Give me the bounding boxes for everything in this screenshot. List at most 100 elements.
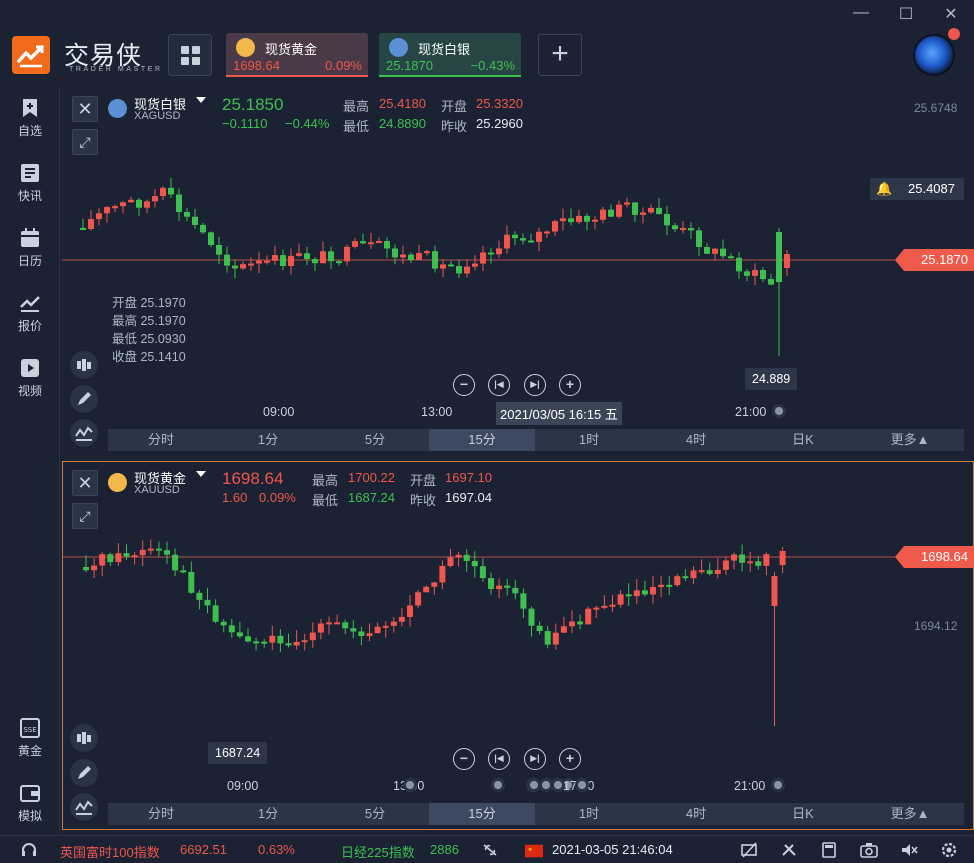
- zoom-out-button[interactable]: −: [453, 748, 475, 770]
- current-price: 25.1850: [222, 95, 284, 114]
- sidebar-item-gold[interactable]: SSE 黄金: [0, 718, 60, 768]
- candle-mark: [616, 200, 622, 219]
- sidebar-item-calendar[interactable]: 日历: [0, 228, 60, 278]
- candle-mark: [107, 552, 114, 566]
- timeframe-tab[interactable]: 5分: [322, 803, 428, 825]
- session-marker-icon[interactable]: [491, 778, 505, 792]
- last-price-tag: 1698.64: [895, 546, 974, 568]
- high-value: 1700.22: [348, 470, 395, 485]
- candle-mark: [342, 619, 349, 635]
- timeframe-tab[interactable]: 更多▲: [857, 429, 963, 451]
- maximize-icon[interactable]: ☐: [897, 4, 915, 24]
- indicator-button[interactable]: [70, 793, 98, 821]
- timeframe-tab[interactable]: 1分: [215, 429, 321, 451]
- timeframe-tab[interactable]: 1时: [536, 803, 642, 825]
- candle-mark: [212, 599, 219, 624]
- candle-mark: [392, 244, 398, 265]
- candle-mark: [528, 606, 535, 637]
- camera-icon[interactable]: [860, 842, 878, 858]
- candle-mark: [536, 227, 542, 252]
- close-window-icon[interactable]: ✕: [942, 4, 960, 24]
- jump-start-button[interactable]: |◀: [488, 748, 510, 770]
- candle-mark: [228, 618, 235, 638]
- sidebar: 自选 快讯 日历 报价 视频 SSE 黄金 模拟: [0, 88, 60, 833]
- candle-mark: [722, 556, 729, 575]
- zoom-out-button[interactable]: −: [453, 374, 475, 396]
- avatar[interactable]: [913, 34, 955, 76]
- settings-gear-icon[interactable]: [940, 842, 958, 858]
- chevron-down-icon[interactable]: [196, 471, 206, 477]
- sidebar-item-simulate[interactable]: 模拟: [0, 783, 60, 833]
- timeframe-tab[interactable]: 日K: [750, 803, 856, 825]
- sidebar-item-quotes[interactable]: 报价: [0, 293, 60, 343]
- sidebar-item-watchlist[interactable]: 自选: [0, 98, 60, 148]
- timeframe-tab[interactable]: 4时: [643, 429, 749, 451]
- link-icon[interactable]: [481, 842, 499, 858]
- session-marker-icon[interactable]: [772, 404, 786, 418]
- jump-start-button[interactable]: |◀: [488, 374, 510, 396]
- title-bar: 交易侠 TRADER MASTER 现货黄金 1698.64 0.09% 现货白…: [0, 0, 974, 88]
- candle-mark: [164, 541, 170, 564]
- candle-mark: [176, 188, 182, 222]
- candle-mark: [784, 250, 790, 276]
- candle-mark: [400, 245, 406, 265]
- time-label: 09:00: [227, 779, 259, 793]
- calculator-icon[interactable]: [820, 842, 838, 858]
- candle-mark: [640, 207, 646, 224]
- candle-mark: [91, 558, 98, 579]
- timeframe-tab[interactable]: 分时: [108, 429, 214, 451]
- timeframe-tab[interactable]: 4时: [643, 803, 749, 825]
- timeframe-tab[interactable]: 更多▲: [857, 803, 963, 825]
- jump-end-button[interactable]: ▶|: [524, 374, 546, 396]
- indicator-wave-icon: [75, 426, 93, 441]
- timeframe-tab[interactable]: 1时: [536, 429, 642, 451]
- draw-tool-button[interactable]: [70, 385, 98, 413]
- timeframe-tab[interactable]: 15分: [429, 429, 535, 451]
- candle-mark: [253, 637, 260, 651]
- sidebar-item-label: 日历: [17, 254, 42, 268]
- screen-off-icon[interactable]: [740, 842, 758, 858]
- sidebar-item-video[interactable]: 视频: [0, 358, 60, 408]
- candle-mark: [447, 548, 454, 568]
- timeframe-tab[interactable]: 1分: [215, 803, 321, 825]
- session-marker-icon[interactable]: [771, 778, 785, 792]
- session-marker-icon[interactable]: [575, 778, 589, 792]
- price-alert-tag[interactable]: 🔔 25.4087: [870, 178, 964, 200]
- draw-tool-button[interactable]: [70, 759, 98, 787]
- candle-mark: [512, 579, 519, 600]
- timeframe-tab[interactable]: 分时: [108, 803, 214, 825]
- zoom-in-button[interactable]: +: [559, 748, 581, 770]
- gold-candle-chart[interactable]: [63, 462, 973, 829]
- silver-candle-chart[interactable]: [62, 88, 974, 454]
- jump-end-button[interactable]: ▶|: [524, 748, 546, 770]
- mute-icon[interactable]: [900, 842, 918, 858]
- session-marker-icon[interactable]: [403, 778, 417, 792]
- candle-style-button[interactable]: [70, 351, 98, 379]
- index2-name[interactable]: 日经225指数: [341, 842, 415, 861]
- close-chart-button[interactable]: ✕: [72, 96, 98, 122]
- candle-mark: [776, 228, 782, 356]
- timeframe-tab[interactable]: 日K: [750, 429, 856, 451]
- chevron-down-icon[interactable]: [196, 97, 206, 103]
- indicator-button[interactable]: [70, 419, 98, 447]
- candle-mark: [99, 551, 106, 577]
- sidebar-item-news[interactable]: 快讯: [0, 163, 60, 213]
- timeframe-tab[interactable]: 15分: [429, 803, 535, 825]
- timeframe-tab[interactable]: 5分: [322, 429, 428, 451]
- tab-gold[interactable]: 现货黄金 1698.64 0.09%: [226, 33, 368, 77]
- play-icon: [21, 359, 39, 377]
- index1-name[interactable]: 英国富时100指数: [60, 842, 160, 861]
- clock-datetime: 2021-03-05 21:46:04: [552, 842, 673, 857]
- tools-icon[interactable]: [780, 842, 798, 858]
- candle-style-button[interactable]: [70, 724, 98, 752]
- layout-grid-button[interactable]: [168, 34, 212, 76]
- headset-icon[interactable]: [20, 842, 38, 858]
- expand-chart-button[interactable]: ⤢: [72, 503, 98, 529]
- close-chart-button[interactable]: ✕: [72, 470, 98, 496]
- add-tab-button[interactable]: +: [538, 34, 582, 76]
- minimize-icon[interactable]: —: [852, 4, 870, 22]
- price-change-pct: −0.44%: [285, 116, 330, 131]
- tab-silver[interactable]: 现货白银 25.1870 −0.43%: [379, 33, 521, 77]
- zoom-in-button[interactable]: +: [559, 374, 581, 396]
- expand-chart-button[interactable]: ⤢: [72, 129, 98, 155]
